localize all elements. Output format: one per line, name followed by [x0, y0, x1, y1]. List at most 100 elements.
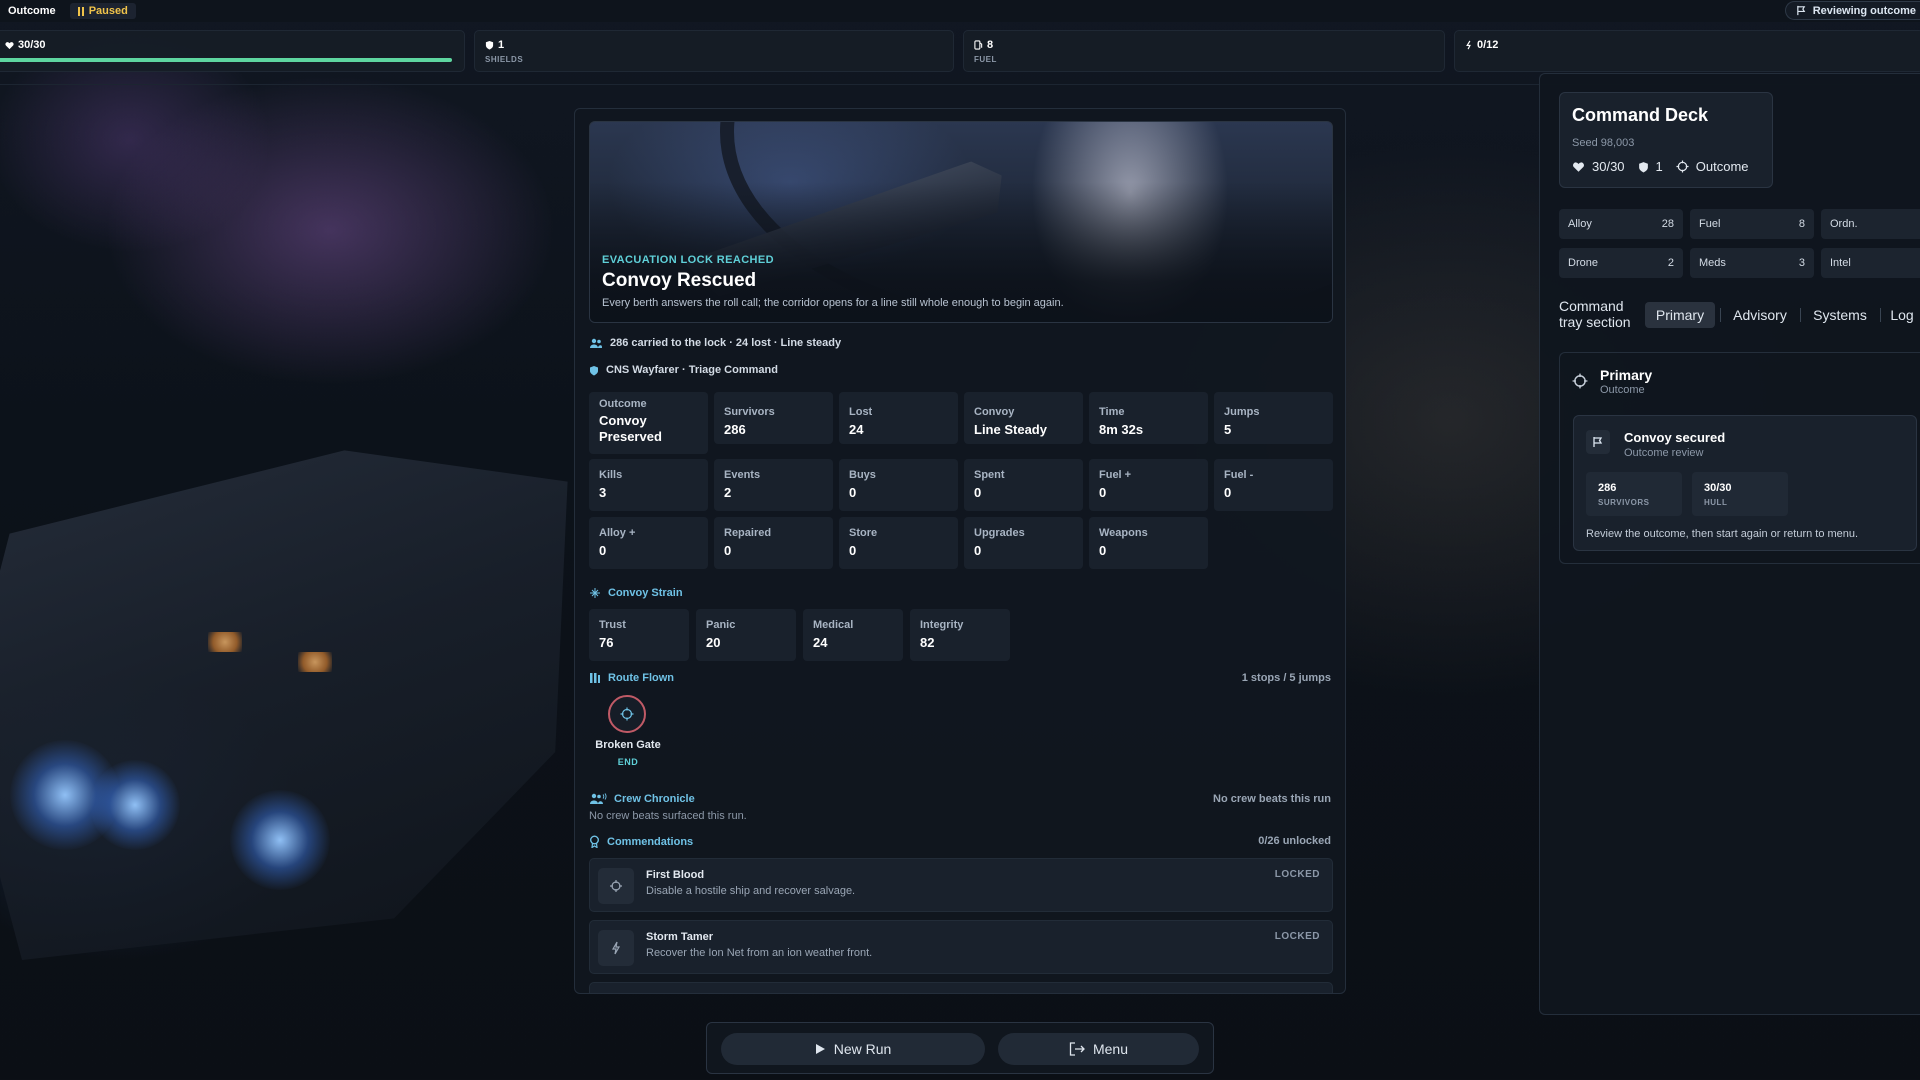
new-run-label: New Run [833, 1041, 892, 1057]
play-icon [815, 1044, 825, 1054]
tab-primary[interactable]: Primary [1645, 302, 1715, 328]
commendation-title: First Blood [646, 869, 705, 881]
crew-icon [590, 793, 607, 804]
stat-label: Jumps [1224, 406, 1260, 418]
strain-tile: Integrity 82 [910, 609, 1010, 661]
route-node-broken-gate[interactable] [608, 695, 646, 733]
route-title: Route Flown [608, 672, 674, 684]
route-node-name: Broken Gate [595, 739, 661, 751]
stat-tile: Store 0 [839, 517, 958, 569]
jumps-stat: 0/12 [1454, 30, 1920, 72]
engine-glow [90, 760, 180, 850]
outcome-panel[interactable]: EVACUATION LOCK REACHED Convoy Rescued E… [574, 108, 1346, 994]
commendations-summary: 0/26 unlocked [1258, 835, 1331, 847]
stat-label: Alloy + [599, 527, 636, 539]
shields-value: 1 [498, 39, 505, 51]
stat-tile: Time 8m 32s [1089, 392, 1208, 444]
hero-title: Convoy Rescued [602, 270, 757, 291]
stat-label: Spent [974, 469, 1005, 481]
menu-button[interactable]: Menu [998, 1033, 1199, 1065]
stat-value: 0 [1224, 485, 1232, 500]
stat-label: Fuel - [1224, 469, 1254, 481]
shield-icon [1638, 161, 1648, 172]
flag-icon [1796, 5, 1806, 16]
hull-value: 30/30 [5, 39, 46, 51]
stat-label: Survivors [724, 406, 775, 418]
stat-label: Upgrades [974, 527, 1025, 539]
route-summary: 1 stops / 5 jumps [1241, 672, 1331, 684]
action-bar: New Run Menu [706, 1022, 1214, 1074]
tab-log[interactable]: Log [1883, 302, 1920, 328]
hull-mini-stat: 30/30 HULL [1692, 472, 1788, 516]
route-icon [590, 673, 600, 683]
stat-tile: Spent 0 [964, 459, 1083, 511]
strain-label: Panic [706, 619, 736, 631]
summary-line: 286 carried to the lock · 24 lost · Line… [589, 337, 841, 349]
resource-value: 3 [1798, 257, 1805, 269]
strain-label: Medical [813, 619, 854, 631]
strain-value: 82 [920, 635, 935, 650]
stat-label: Convoy [974, 406, 1015, 418]
resource-value: 28 [1661, 218, 1674, 230]
primary-subtitle: Outcome [1600, 384, 1645, 396]
commendation-status: LOCKED [1274, 869, 1320, 880]
commendation-title: Storm Tamer [646, 931, 714, 943]
shields-label: SHIELDS [485, 55, 524, 64]
heart-icon [1573, 161, 1584, 172]
hud-stats-row: 30/30 1 SHIELDS 8 FUEL 0/12 [0, 30, 1920, 74]
commendation-row[interactable]: First Blood Disable a hostile ship and r… [589, 858, 1333, 912]
shield-icon [590, 365, 598, 375]
stat-value: 5 [1224, 422, 1232, 437]
strain-label: Trust [599, 619, 626, 631]
lightning-icon [598, 930, 634, 966]
resource-ordn: Ordn.6 [1821, 209, 1920, 239]
hull-bar [0, 58, 452, 62]
strain-value: 20 [706, 635, 721, 650]
stat-tile: Jumps 5 [1214, 392, 1333, 444]
people-icon [590, 338, 602, 348]
stat-label: Store [849, 527, 878, 539]
new-run-button[interactable]: New Run [721, 1033, 985, 1065]
tray-section-label: Command tray section [1559, 298, 1631, 330]
stat-value: Line Steady [974, 422, 1047, 437]
stat-value: 286 [724, 422, 746, 437]
resource-name: Fuel [1699, 218, 1721, 230]
hull-stat: 30/30 [0, 30, 465, 72]
stat-tile: Fuel - 0 [1214, 459, 1333, 511]
command-deck-card: Command Deck Seed 98,003 30/30 1 Outcome [1559, 92, 1773, 188]
crosshair-icon [620, 707, 634, 721]
convoy-secured-card: Convoy secured Outcome review 286 SURVIV… [1573, 415, 1917, 551]
route-node-tag: END [617, 757, 639, 767]
fuel-icon [974, 40, 983, 50]
crew-chronicle-summary: No crew beats this run [1213, 793, 1331, 805]
survivors-mini-value: 286 [1598, 482, 1617, 494]
paused-badge[interactable]: Paused [69, 3, 136, 19]
flag-icon [1586, 430, 1610, 454]
command-deck-title: Command Deck [1572, 105, 1709, 125]
deck-hull: 30/30 [1592, 159, 1625, 174]
stat-tile: Alloy + 0 [589, 517, 708, 569]
stat-value: 0 [599, 543, 607, 558]
stat-value: 8m 32s [1099, 422, 1144, 437]
crew-chronicle-header: Crew Chronicle [589, 793, 695, 805]
resource-alloy: Alloy 28 [1559, 209, 1683, 239]
commendation-row-partial[interactable] [589, 982, 1333, 993]
stat-label: Events [724, 469, 761, 481]
convoy-strain-title: Convoy Strain [608, 587, 683, 599]
sparkle-icon [590, 588, 600, 598]
paused-label: Paused [88, 5, 128, 17]
resource-name: Drone [1568, 257, 1598, 269]
strain-value: 76 [599, 635, 614, 650]
fuel-label: FUEL [974, 55, 997, 64]
tab-advisory[interactable]: Advisory [1723, 302, 1797, 328]
secured-subtitle: Outcome review [1624, 447, 1704, 459]
resource-meds: Meds 3 [1690, 248, 1814, 278]
tab-systems[interactable]: Systems [1803, 302, 1877, 328]
stat-value: 0 [974, 485, 982, 500]
strain-label: Integrity [920, 619, 964, 631]
stat-value: 0 [1099, 485, 1107, 500]
commendation-row[interactable]: Storm Tamer Recover the Ion Net from an … [589, 920, 1333, 974]
resource-name: Meds [1699, 257, 1726, 269]
resource-name: Alloy [1568, 218, 1592, 230]
reviewing-label: Reviewing outcome [1812, 4, 1916, 17]
